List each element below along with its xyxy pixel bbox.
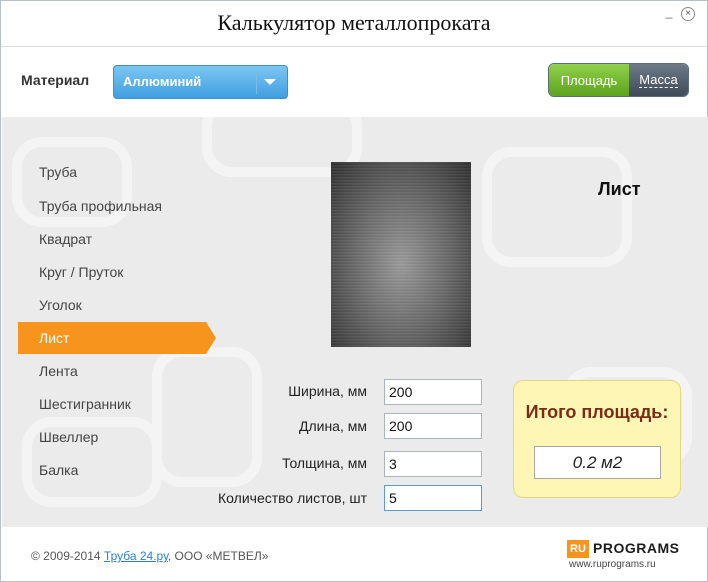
close-icon[interactable]: × [681, 7, 695, 21]
menu-item-strip[interactable]: Лента [18, 355, 206, 387]
width-input[interactable] [384, 379, 482, 405]
background-pipe-decoration [482, 147, 632, 267]
app-window: Калькулятор металлопроката _ × Материал … [0, 0, 708, 582]
material-label: Материал [21, 72, 90, 88]
menu-item-channel[interactable]: Швеллер [18, 421, 206, 453]
title-bar: Калькулятор металлопроката _ × [1, 1, 707, 47]
chevron-down-icon[interactable] [264, 79, 276, 85]
sheet-metal-image [331, 162, 471, 347]
sheet-count-label: Количество листов, шт [218, 490, 367, 506]
footer: © 2009-2014 Труба 24.ру, ООО «МЕТВЕЛ» [31, 549, 268, 563]
menu-item-profile-pipe[interactable]: Труба профильная [18, 190, 206, 222]
menu-item-beam[interactable]: Балка [18, 454, 206, 486]
watermark-logo: RU PROGRAMS www.ruprograms.ru [567, 537, 687, 573]
result-box: Итого площадь: 0.2 м2 [513, 380, 681, 498]
width-label: Ширина, мм [288, 383, 367, 399]
watermark-ru-badge: RU [567, 540, 589, 558]
select-divider [256, 72, 257, 94]
minimize-icon[interactable]: _ [663, 5, 675, 19]
menu-item-hexagon[interactable]: Шестигранник [18, 388, 206, 420]
toggle-area-button[interactable]: Площадь [549, 64, 629, 96]
toggle-mass-button[interactable]: Масса [629, 64, 688, 96]
length-label: Длина, мм [298, 418, 367, 434]
material-selected-value: Аллюминий [123, 74, 202, 89]
menu-item-round-bar[interactable]: Круг / Пруток [18, 256, 206, 288]
menu-item-pipe[interactable]: Труба [18, 156, 206, 188]
footer-link[interactable]: Труба 24.ру [104, 549, 168, 563]
mode-toggle[interactable]: Площадь Масса [548, 63, 689, 97]
watermark-site-text: www.ruprograms.ru [569, 559, 656, 570]
watermark-programs-text: PROGRAMS [593, 540, 680, 556]
window-title: Калькулятор металлопроката [217, 10, 491, 35]
material-select[interactable]: Аллюминий [113, 65, 288, 99]
result-title: Итого площадь: [525, 402, 669, 422]
thickness-label: Толщина, мм [282, 455, 367, 471]
length-input[interactable] [384, 413, 482, 439]
footer-copyright: © 2009-2014 [31, 549, 104, 563]
menu-item-angle[interactable]: Уголок [18, 289, 206, 321]
menu-item-square[interactable]: Квадрат [18, 223, 206, 255]
thickness-input[interactable] [384, 451, 482, 477]
result-value: 0.2 м2 [534, 446, 661, 479]
product-title: Лист [598, 179, 641, 199]
toggle-mass-label: Масса [639, 72, 678, 88]
footer-company: , ООО «МЕТВЕЛ» [167, 549, 269, 563]
sheet-count-input[interactable] [384, 485, 482, 511]
menu-item-sheet[interactable]: Лист [18, 322, 216, 354]
